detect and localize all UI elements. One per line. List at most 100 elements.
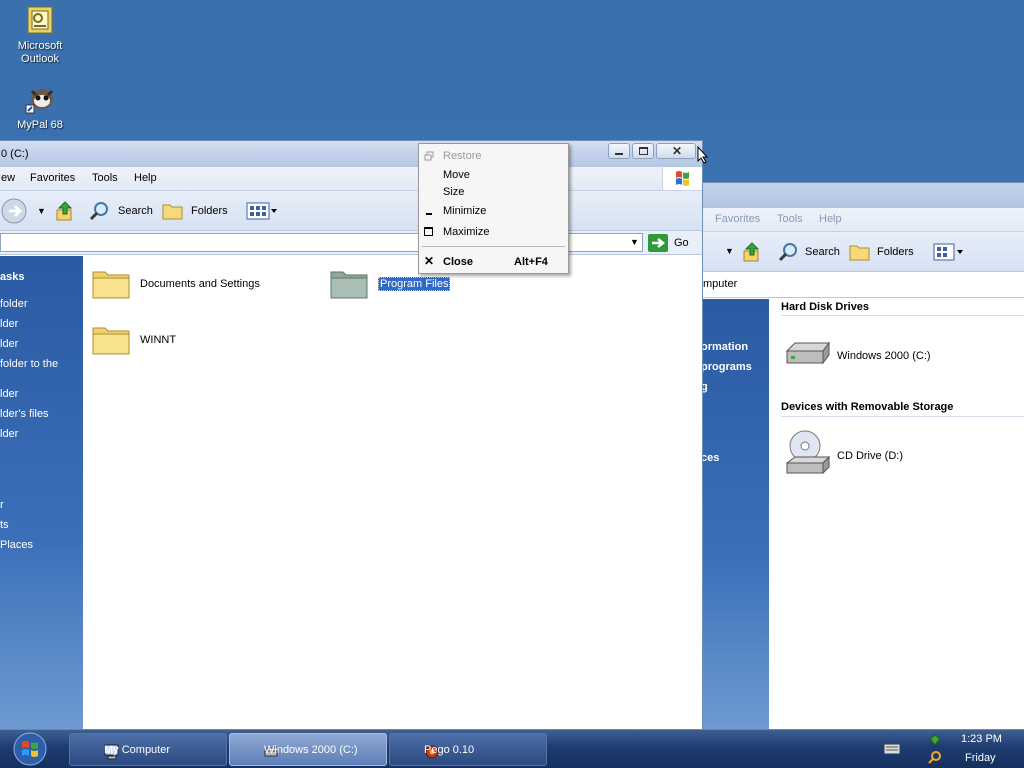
task-link[interactable]: lder [0,318,18,330]
minimize-icon [424,206,434,216]
mypal-icon [24,83,56,115]
start-button[interactable] [10,731,50,768]
menu-bar: ew Favorites Tools Help [0,167,702,191]
menu-help[interactable]: Help [134,172,157,184]
drive-item[interactable]: Windows 2000 (C:) [783,339,983,373]
task-link[interactable]: folder to the [0,358,58,370]
menu-item-size[interactable]: Size [419,184,568,201]
network-icon[interactable] [928,733,942,750]
close-icon: ✕ [672,144,683,158]
drive-label: CD Drive (D:) [837,450,903,462]
menu-item-minimize[interactable]: Minimize [419,203,568,220]
section-divider [781,315,1024,316]
section-divider [781,416,1024,417]
dropdown-arrow-icon[interactable]: ▼ [725,246,734,256]
dropdown-arrow-icon[interactable]: ▼ [37,206,46,216]
taskbar-button-windows-2000[interactable]: Windows 2000 (C:) [229,733,387,766]
task-link[interactable]: lder's files [0,408,49,420]
menu-favorites[interactable]: Favorites [715,213,760,225]
up-folder-icon[interactable] [54,200,76,225]
task-link[interactable]: Places [0,539,33,551]
taskbar-button-my-computer[interactable]: My Computer [69,733,227,766]
task-link[interactable]: r [0,499,4,511]
folder-icon [330,271,368,299]
task-pane-heading: asks [0,271,25,283]
cd-drive-icon [783,429,831,480]
menu-item-restore[interactable]: Restore [419,148,568,165]
task-link[interactable]: lder [0,338,18,350]
restore-icon [424,151,434,161]
task-link[interactable]: ces [701,452,719,464]
menu-help[interactable]: Help [819,213,842,225]
folders-button[interactable]: Folders [191,205,228,217]
taskbar: My Computer Windows 2000 (C:) Pego 0.10 … [0,729,1024,768]
search-tray-icon[interactable] [928,750,942,767]
window-title: 0 (C:) [1,148,29,160]
taskbar-button-pego[interactable]: Pego 0.10 [389,733,547,766]
desktop-icon-mypal[interactable]: MyPal 68 [2,83,78,132]
task-link[interactable]: ormation [701,341,748,353]
go-arrow-icon[interactable] [648,234,668,255]
folders-button[interactable]: Folders [877,246,914,258]
mouse-cursor-icon [697,146,709,164]
section-removable-storage: Devices with Removable Storage [781,401,954,413]
task-pane: ormation programs g ces [701,299,769,729]
folder-item[interactable]: Documents and Settings [91,266,291,306]
menu-tools[interactable]: Tools [777,213,803,225]
windows-logo-icon [662,167,702,190]
minimize-button[interactable] [608,143,630,159]
search-button[interactable]: Search [118,205,153,217]
menu-favorites[interactable]: Favorites [30,172,75,184]
search-button[interactable]: Search [805,246,840,258]
desktop-icon-outlook[interactable]: Microsoft Outlook [2,4,78,66]
menu-item-maximize[interactable]: Maximize [419,224,568,241]
task-link[interactable]: programs [701,361,752,373]
up-folder-icon[interactable] [741,241,763,266]
task-link[interactable]: lder [0,428,18,440]
close-icon: ✕ [424,254,435,268]
clock-time[interactable]: 1:23 PM [961,733,1002,745]
maximize-button[interactable] [632,143,654,159]
task-link[interactable]: lder [0,388,18,400]
address-field[interactable]: mputer [703,278,737,290]
menu-shortcut: Alt+F4 [514,256,548,268]
task-pane: asks folder lder lder folder to the lder… [0,256,83,729]
desktop-icon-label: Microsoft [17,40,63,52]
drive-item[interactable]: CD Drive (D:) [783,429,983,479]
folders-icon[interactable] [162,201,184,224]
dropdown-arrow-icon[interactable]: ▼ [630,237,639,247]
outlook-icon [24,4,56,36]
file-list: Documents and Settings Program Files WIN… [83,256,702,729]
task-link[interactable]: ts [0,519,9,531]
maximize-icon [639,147,648,155]
menu-item-close[interactable]: ✕ Close Alt+F4 [419,254,568,271]
folders-icon[interactable] [849,242,871,265]
go-button[interactable]: Go [674,237,689,249]
task-link[interactable]: folder [0,298,28,310]
search-icon[interactable] [88,200,110,225]
menu-view[interactable]: ew [1,172,15,184]
menu-item-move[interactable]: Move [419,167,568,184]
window-system-menu: Restore Move Size Minimize Maximize ✕ Cl… [418,143,569,274]
folder-item[interactable]: WINNT [91,322,291,362]
forward-button[interactable] [0,198,28,227]
menu-tools[interactable]: Tools [92,172,118,184]
drive-list: Hard Disk Drives Windows 2000 (C:) Devic… [769,299,1024,729]
title-bar[interactable]: 0 (C:) ✕ [0,141,702,167]
close-button[interactable]: ✕ [656,143,696,159]
title-bar[interactable] [701,183,1024,208]
minimize-icon [615,153,623,155]
menu-separator [422,246,565,247]
folder-label: Documents and Settings [140,278,260,290]
toolbar: ▼ Search Folders [701,232,1024,272]
keyboard-icon[interactable] [883,743,901,757]
maximize-icon [424,227,434,237]
clock-day[interactable]: Friday [965,752,996,764]
hard-drive-icon [783,339,831,372]
address-bar: ▼ Go [0,231,702,255]
search-icon[interactable] [777,241,799,266]
views-icon[interactable] [933,242,963,265]
folder-label: Program Files [378,277,451,291]
views-icon[interactable] [246,201,278,224]
my-computer-window: Favorites Tools Help ▼ Search Folders mp… [700,182,1024,730]
